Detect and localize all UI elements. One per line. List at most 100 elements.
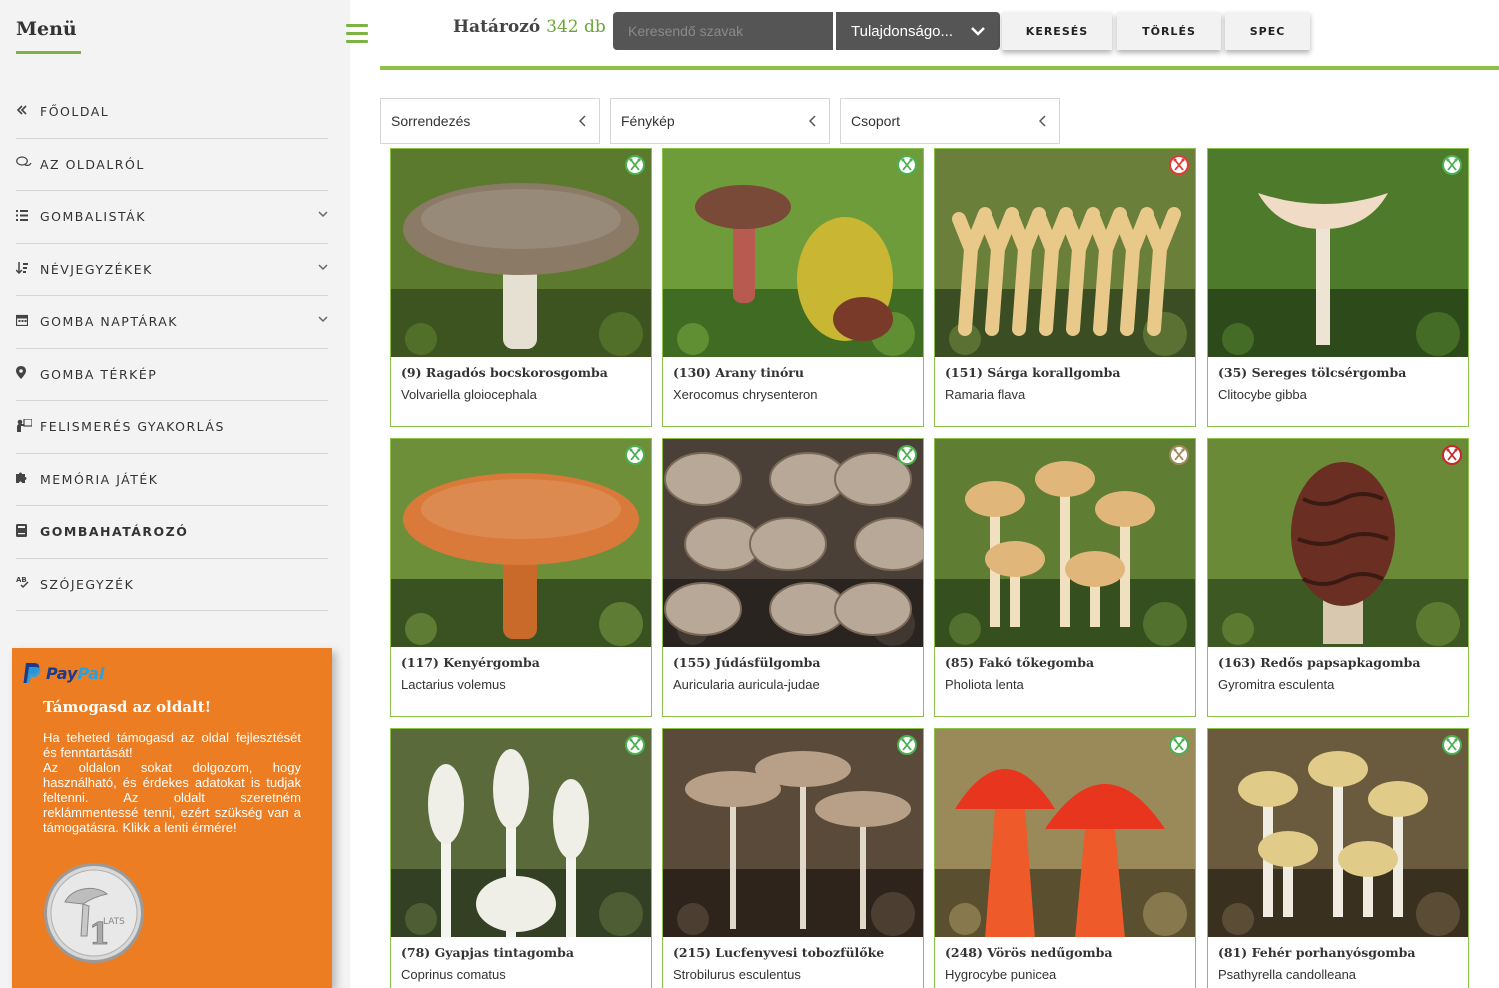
mushroom-name: (130) Arany tinóru	[673, 365, 804, 380]
calendar-icon	[15, 314, 36, 329]
menu-title: Menü	[16, 18, 77, 40]
mushroom-photo	[663, 149, 923, 357]
mushroom-latin-name: Psathyrella candolleana	[1218, 967, 1357, 982]
mushroom-latin-name: Hygrocybe punicea	[945, 967, 1057, 982]
sidebar-item-label: GOMBA NAPTÁRAK	[40, 314, 178, 330]
coin-text: LATS	[103, 917, 125, 927]
sidebar-item[interactable]: GOMBALISTÁK	[16, 191, 328, 244]
mushroom-name: (81) Fehér porhanyósgomba	[1218, 945, 1416, 960]
mushroom-card[interactable]: (215) Lucfenyvesi tobozfülőke Strobilurus…	[662, 728, 924, 988]
lats-coin-donate-button[interactable]: 1 LATS	[43, 862, 145, 964]
paypal-p-icon	[23, 663, 41, 683]
mushroom-name: (35) Sereges tölcsérgomba	[1218, 365, 1407, 380]
mushroom-latin-name: Pholiota lenta	[945, 677, 1024, 692]
search-input[interactable]	[613, 12, 833, 50]
mushroom-card[interactable]: (35) Sereges tölcsérgomba Clitocybe gibba	[1207, 148, 1469, 427]
page-title-text: Határozó	[453, 17, 541, 37]
paypal-text-p1: Ha teheted támogasd az oldal fejlesztésé…	[43, 730, 301, 760]
filter-dropdown[interactable]: Fénykép	[610, 98, 830, 144]
edibility-edible-icon	[625, 735, 645, 755]
filter-dropdown[interactable]: Csoport	[840, 98, 1060, 144]
mushroom-card[interactable]: (9) Ragadós bocskorosgomba Volvariella gl…	[390, 148, 652, 427]
header-divider	[380, 66, 1499, 70]
edibility-edible-icon	[625, 155, 645, 175]
sidebar-item-label: GOMBALISTÁK	[40, 209, 146, 225]
mushroom-name: (155) Júdásfülgomba	[673, 655, 821, 670]
teacher-icon	[16, 418, 36, 435]
paypal-title: Támogasd az oldalt!	[43, 698, 212, 716]
mushroom-card[interactable]: (85) Fakó tőkegomba Pholiota lenta	[934, 438, 1196, 717]
edibility-edible-icon	[625, 445, 645, 465]
chevron-down-icon	[971, 27, 985, 36]
double-chevron-left-icon	[16, 104, 36, 119]
edibility-poisonous-icon	[1169, 155, 1189, 175]
puzzle-icon	[16, 471, 36, 487]
sidebar-item-label: FELISMERÉS GYAKORLÁS	[40, 419, 225, 435]
sidebar-item[interactable]: GOMBA NAPTÁRAK	[15, 296, 328, 349]
mushroom-card[interactable]: (163) Redős papsapkagomba Gyromitra escul…	[1207, 438, 1469, 717]
spec-button[interactable]: SPEC	[1225, 12, 1310, 50]
filter-label: Fénykép	[621, 113, 675, 129]
sidebar-item[interactable]: GOMBA TÉRKÉP	[16, 349, 328, 401]
paypal-logo-pay: Pay	[46, 663, 78, 683]
mushroom-photo	[391, 149, 651, 357]
mushroom-card[interactable]: (81) Fehér porhanyósgomba Psathyrella can…	[1207, 728, 1469, 988]
chevron-down-icon	[318, 263, 328, 270]
sidebar-nav: FŐOLDAL AZ OLDALRÓL GOMBALISTÁK NÉVJEGYZÉKE…	[15, 86, 328, 611]
mushroom-latin-name: Clitocybe gibba	[1218, 387, 1307, 402]
book-icon	[16, 523, 36, 540]
sidebar-item[interactable]: FELISMERÉS GYAKORLÁS	[16, 401, 328, 454]
filter-dropdown[interactable]: Sorrendezés	[380, 98, 600, 144]
edibility-edible-icon	[1442, 735, 1462, 755]
sidebar-item[interactable]: AZ OLDALRÓL	[16, 139, 328, 191]
mushroom-card[interactable]: (130) Arany tinóru Xerocomus chrysenteron	[662, 148, 924, 427]
list-icon	[16, 209, 36, 224]
mushroom-card[interactable]: (155) Júdásfülgomba Auricularia auricula-…	[662, 438, 924, 717]
mushroom-card[interactable]: (117) Kenyérgomba Lactarius volemus	[390, 438, 652, 717]
sidebar-item[interactable]: NÉVJEGYZÉKEK	[15, 244, 328, 296]
edibility-edible-icon	[897, 155, 917, 175]
sidebar-item-label: GOMBA TÉRKÉP	[40, 366, 158, 382]
mushroom-card[interactable]: (151) Sárga korallgomba Ramaria flava	[934, 148, 1196, 427]
paypal-support-card: PayPal Támogasd az oldalt! Ha teheted tá…	[12, 648, 332, 988]
sidebar-item[interactable]: GOMBAHATÁROZÓ	[16, 506, 328, 559]
mushroom-photo	[663, 729, 923, 937]
mushroom-latin-name: Lactarius volemus	[401, 677, 506, 692]
map-pin-icon	[16, 366, 36, 382]
filter-label: Sorrendezés	[391, 113, 471, 129]
chevron-down-icon	[318, 316, 328, 323]
mushroom-name: (248) Vörös nedűgomba	[945, 945, 1113, 960]
mushroom-name: (163) Redős papsapkagomba	[1218, 655, 1421, 670]
hamburger-menu-icon[interactable]	[346, 24, 368, 44]
edibility-inedible-icon	[1169, 445, 1189, 465]
mushroom-name: (78) Gyapjas tintagomba	[401, 945, 574, 960]
search-button[interactable]: KERESÉS	[1002, 12, 1112, 50]
chevron-down-icon	[318, 211, 328, 218]
mushroom-latin-name: Ramaria flava	[945, 387, 1026, 402]
sidebar-item[interactable]: AB SZÓJEGYZÉK	[16, 559, 328, 611]
mushroom-latin-name: Volvariella gloiocephala	[401, 387, 537, 402]
paypal-logo-pal: Pal	[77, 663, 105, 683]
sidebar-item[interactable]: MEMÓRIA JÁTÉK	[16, 454, 328, 506]
sidebar-item[interactable]: FŐOLDAL	[16, 86, 328, 139]
mushroom-photo	[1208, 729, 1468, 937]
filter-label: Csoport	[851, 113, 901, 129]
property-select[interactable]: Tulajdonságo...	[836, 12, 1000, 50]
mushroom-name: (151) Sárga korallgomba	[945, 365, 1121, 380]
mushroom-latin-name: Gyromitra esculenta	[1218, 677, 1335, 692]
chat-bubbles-icon	[16, 156, 36, 172]
edibility-edible-icon	[897, 445, 917, 465]
mushroom-photo	[663, 439, 923, 647]
mushroom-photo	[391, 439, 651, 647]
edibility-edible-icon	[897, 735, 917, 755]
mushroom-name: (117) Kenyérgomba	[401, 655, 540, 670]
mushroom-name: (9) Ragadós bocskorosgomba	[401, 365, 608, 380]
sidebar-item-label: GOMBAHATÁROZÓ	[40, 524, 189, 540]
mushroom-card[interactable]: (78) Gyapjas tintagomba Coprinus comatus	[390, 728, 652, 988]
chevron-left-icon	[1039, 115, 1046, 127]
sidebar-item-label: FŐOLDAL	[40, 104, 110, 120]
clear-button[interactable]: TÖRLÉS	[1117, 12, 1221, 50]
mushroom-name: (85) Fakó tőkegomba	[945, 655, 1095, 670]
paypal-text-p2: Az oldalon sokat dolgozom, hogy használh…	[43, 760, 301, 835]
mushroom-card[interactable]: (248) Vörös nedűgomba Hygrocybe punicea	[934, 728, 1196, 988]
